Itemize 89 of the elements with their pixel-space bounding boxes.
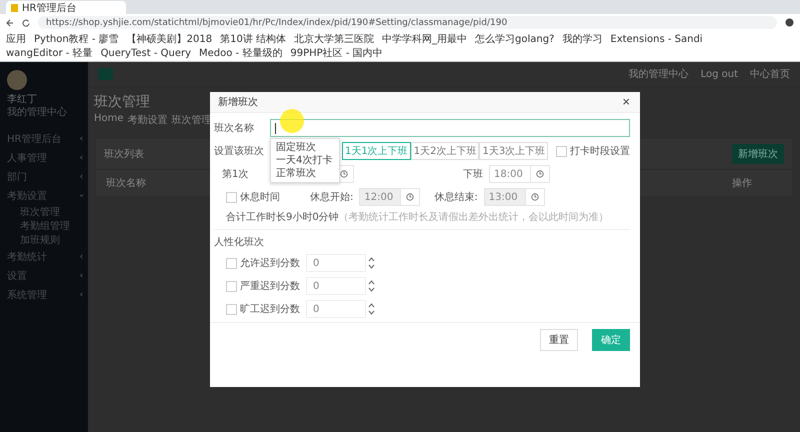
bookmark-link[interactable]: 北京大学第三医院 (294, 32, 374, 46)
chevron-left-icon (79, 155, 84, 160)
sidebar-subitem[interactable]: 考勤组管理 (0, 219, 88, 233)
confirm-button[interactable]: 确定 (592, 329, 630, 351)
number-input[interactable]: 0 (306, 277, 366, 295)
spinner-icon[interactable] (368, 279, 375, 293)
clock-icon (406, 193, 414, 201)
field-label: 休息开始: (310, 190, 354, 204)
header-link[interactable]: 我的管理中心 (628, 67, 689, 81)
page-title: 班次管理 (94, 93, 150, 111)
punch-setting-checkbox[interactable]: 打卡时段设置 (556, 144, 630, 158)
suggestion-item[interactable]: 固定班次 (271, 141, 339, 154)
browser-tab[interactable]: HR管理后台 (6, 1, 126, 14)
reset-button[interactable]: 重置 (540, 329, 578, 351)
user-avatar (7, 70, 27, 90)
chevron-left-icon (79, 292, 84, 297)
dialog-title: 新增班次 (218, 96, 258, 109)
number-input[interactable]: 0 (306, 254, 366, 272)
user-name: 李红丁 (6, 93, 38, 106)
chevron-down-icon (79, 193, 84, 198)
shift-option[interactable]: 1天3次上下班 (479, 142, 548, 160)
chevron-left-icon (79, 273, 84, 278)
breadcrumb-link[interactable]: 考勤设置 (128, 113, 168, 127)
spinner-icon[interactable] (368, 256, 375, 270)
sidebar-item[interactable]: 部门 (0, 167, 88, 186)
column-header: 操作 (732, 177, 752, 190)
bookmark-link[interactable]: 第10讲 结构体 (220, 32, 286, 46)
sidebar-item[interactable]: 设置 (0, 266, 88, 285)
spinner-icon[interactable] (368, 302, 375, 316)
sidebar-item[interactable]: 考勤统计 (0, 247, 88, 266)
section-title: 人性化班次 (214, 236, 265, 249)
total-hours-text: 合计工作时长9小时0分钟（考勤统计工作时长及请假出差外出统计，会以此时间为准） (225, 211, 610, 224)
bookmark-link[interactable]: 中学学科网_用最中 (382, 32, 467, 46)
bookmark-link[interactable]: 应用 (6, 32, 26, 46)
bookmark-link[interactable]: Extensions - Sandi (610, 32, 703, 46)
rule-checkbox[interactable]: 旷工迟到分数 (226, 302, 300, 316)
address-bar[interactable]: https://shop.yshjie.com/statichtml/bjmovie01/hr/Pc/Index/index/pid/190#Setting/classmanage/pid/190 (38, 16, 777, 29)
bookmark-link[interactable]: Python教程 - 廖雪 (34, 32, 119, 46)
rest-start-field[interactable]: 12:00 (359, 188, 420, 206)
page-icon (11, 4, 18, 12)
bookmark-link[interactable]: 99PHP社区 - 国内中 (290, 46, 383, 60)
field-label: 班次名称 (214, 122, 255, 135)
field-label: 下班 (463, 168, 483, 181)
rest-time-checkbox[interactable]: 休息时间 (226, 190, 280, 204)
header-link[interactable]: 中心首页 (750, 67, 790, 81)
chevron-left-icon (79, 254, 84, 259)
breadcrumb-link[interactable]: Home (94, 113, 124, 127)
sidebar-item[interactable]: 系统管理 (0, 285, 88, 304)
shift-option[interactable]: 1天1次上下班 (342, 142, 411, 160)
text-caret (275, 122, 276, 134)
user-role[interactable]: 我的管理中心 (0, 106, 88, 119)
bookmark-link[interactable]: 我的学习 (562, 32, 602, 46)
rule-checkbox[interactable]: 允许迟到分数 (226, 256, 300, 270)
close-button[interactable]: × (620, 95, 632, 109)
bookmark-link[interactable]: 【神硕美剧】2018 (126, 32, 212, 46)
bookmark-link[interactable]: QueryTest - Query (100, 46, 192, 60)
panel-title: 班次列表 (104, 148, 144, 161)
shift-name-input[interactable] (270, 119, 630, 137)
reload-icon[interactable] (22, 18, 30, 26)
rest-end-field[interactable]: 13:00 (484, 188, 545, 206)
sidebar-item[interactable]: HR管理后台 (0, 129, 88, 148)
clock-icon (530, 193, 539, 201)
bookmark-link[interactable]: 怎么学习golang? (475, 32, 554, 46)
back-icon[interactable] (6, 18, 14, 26)
field-label: 休息结束: (434, 190, 478, 204)
bookmark-link[interactable]: Medoo - 轻量级的 (199, 46, 282, 60)
sidebar-subitem[interactable]: 班次管理 (0, 205, 88, 219)
clock-icon (536, 170, 544, 178)
chevron-left-icon (79, 136, 84, 141)
suggestion-item[interactable]: 一天4次打卡 (271, 154, 339, 167)
sidebar-item[interactable]: 人事管理 (0, 148, 88, 167)
chevron-left-icon (79, 174, 84, 179)
sidebar-subitem[interactable]: 加班规则 (0, 233, 88, 247)
number-input[interactable]: 0 (306, 300, 366, 318)
suggestion-item[interactable]: 正常班次 (271, 167, 339, 180)
sidebar-item[interactable]: 考勤设置 (0, 186, 88, 205)
rule-checkbox[interactable]: 严重迟到分数 (226, 279, 300, 293)
bookmark-link[interactable]: wangEditor - 轻量 (6, 46, 93, 60)
field-label: 第1次 (221, 168, 250, 181)
clock-icon (340, 170, 348, 178)
field-label: 设置该班次 (214, 144, 264, 158)
column-header: 班次名称 (106, 176, 146, 190)
off-duty-time-field[interactable]: 18:00 (489, 165, 550, 183)
shift-option[interactable]: 1天2次上下班 (410, 142, 480, 160)
header-link[interactable]: Log out (700, 68, 738, 80)
menu-toggle-button[interactable] (98, 68, 113, 80)
cursor-highlight (280, 109, 304, 133)
profile-icon[interactable] (785, 18, 794, 27)
add-button[interactable]: 新增班次 (732, 144, 784, 164)
